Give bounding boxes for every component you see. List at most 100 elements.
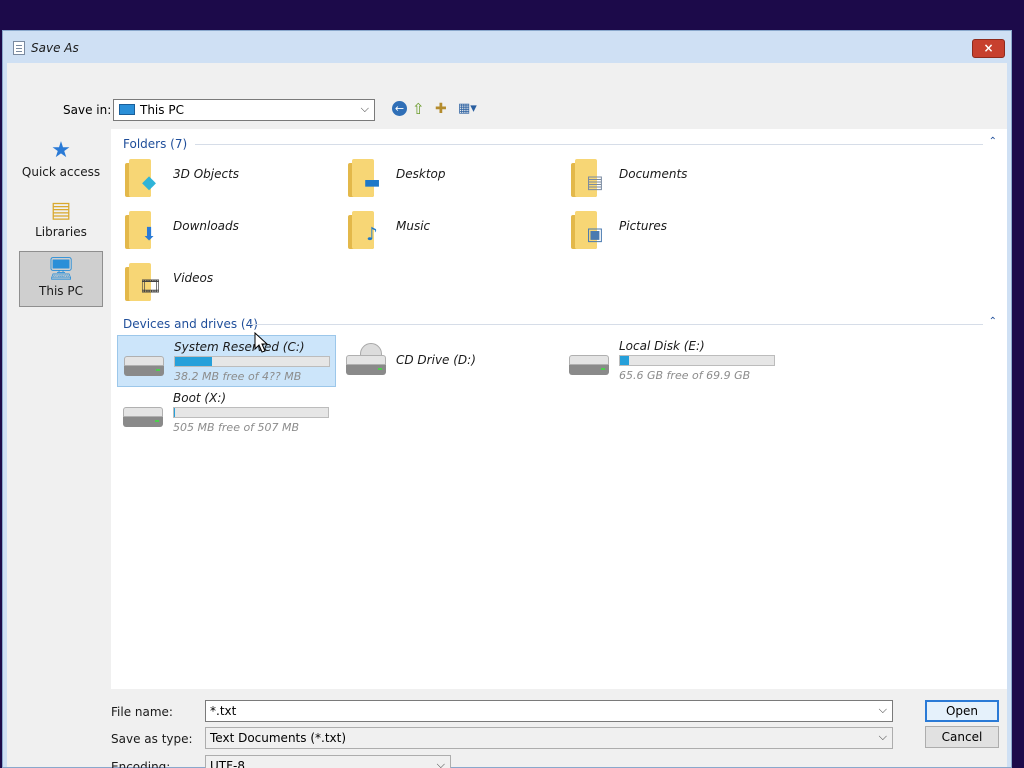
file-name-input[interactable]: *.txt ⌵ (205, 700, 893, 722)
chevron-down-icon: ⌵ (360, 102, 369, 115)
drive-usage-bar (173, 407, 329, 418)
videos-icon: 🎞 (139, 276, 162, 297)
file-name-value: *.txt (210, 704, 237, 718)
group-divider (195, 144, 983, 145)
save-in-dropdown[interactable]: This PC ⌵ (113, 99, 375, 121)
music-icon: ♪ (366, 224, 378, 245)
save-in-value: This PC (140, 103, 184, 117)
drives-group-header[interactable]: Devices and drives (4) (123, 317, 258, 331)
folder-icon: ▤ (571, 157, 607, 197)
view-menu-button[interactable]: ▦▾ (458, 100, 484, 118)
folder-documents[interactable]: ▤ Documents (563, 153, 773, 201)
folder-desktop[interactable]: ▬ Desktop (340, 153, 550, 201)
folder-downloads[interactable]: ⬇ Downloads (117, 205, 327, 253)
cancel-button[interactable]: Cancel (925, 726, 999, 748)
folder-name: Documents (619, 167, 688, 181)
libraries-icon: ▤ (50, 198, 72, 223)
folder-icon: ◆ (125, 157, 161, 197)
save-as-dialog: Save As × Save in: This PC ⌵ ← ⇧ ✚ ▦▾ ★ … (2, 30, 1012, 768)
folder-name: Desktop (396, 167, 446, 181)
hard-drive-icon (123, 407, 163, 429)
folder-icon: ▣ (571, 209, 607, 249)
drive-cd[interactable]: CD Drive (D:) (340, 335, 559, 387)
computer-icon (119, 104, 135, 115)
collapse-icon[interactable]: ⌃ (989, 316, 997, 327)
folder-pictures[interactable]: ▣ Pictures (563, 205, 773, 253)
drive-name: Local Disk (E:) (619, 339, 705, 353)
group-divider (249, 324, 983, 325)
drive-usage-bar (619, 355, 775, 366)
back-arrow-icon: ← (392, 101, 407, 116)
drive-name: Boot (X:) (173, 391, 227, 405)
encoding-label: Encoding: (111, 760, 171, 768)
drive-local-disk[interactable]: Local Disk (E:) 65.6 GB free of 69.9 GB (563, 335, 782, 387)
drive-boot[interactable]: Boot (X:) 505 MB free of 507 MB (117, 387, 336, 439)
hard-drive-icon (124, 356, 164, 378)
drive-free-space: 65.6 GB free of 69.9 GB (619, 369, 751, 382)
chevron-down-icon: ⌵ (436, 758, 445, 768)
folder-name: Downloads (173, 219, 239, 233)
cd-drive-icon (346, 343, 386, 377)
folder-name: Pictures (619, 219, 668, 233)
place-libraries[interactable]: ▤ Libraries (19, 193, 103, 249)
documents-icon: ▤ (586, 172, 604, 193)
drive-usage-fill (620, 356, 630, 365)
up-folder-button[interactable]: ⇧ (412, 100, 430, 118)
drive-free-space: 38.2 MB free of 4?? MB (174, 370, 302, 383)
drive-name: System Reserved (C:) (174, 340, 305, 354)
computer-icon: 🖥 (47, 257, 75, 282)
up-folder-icon: ⇧ (412, 100, 425, 118)
drive-system-reserved[interactable]: System Reserved (C:) 38.2 MB free of 4??… (117, 335, 336, 387)
folder-name: Videos (173, 271, 214, 285)
save-in-label: Save in: (63, 103, 112, 117)
chevron-down-icon[interactable]: ⌵ (879, 703, 887, 717)
file-name-label: File name: (111, 705, 173, 719)
save-as-type-label: Save as type: (111, 732, 193, 746)
new-folder-icon: ✚ (435, 101, 447, 117)
folder-name: Music (396, 219, 431, 233)
drive-usage-bar (174, 356, 330, 367)
star-icon: ★ (51, 138, 71, 163)
folder-icon: ⬇ (125, 209, 161, 249)
collapse-icon[interactable]: ⌃ (989, 136, 997, 147)
encoding-dropdown[interactable]: UTF-8 ⌵ (205, 755, 451, 768)
places-bar: ★ Quick access ▤ Libraries 🖥 This PC (19, 129, 107, 689)
drive-usage-fill (175, 357, 212, 366)
folder-icon: ♪ (348, 209, 384, 249)
dialog-client: Save in: This PC ⌵ ← ⇧ ✚ ▦▾ ★ Quick acce… (7, 63, 1007, 768)
folder-music[interactable]: ♪ Music (340, 205, 550, 253)
desktop-icon: ▬ (363, 172, 381, 193)
folder-videos[interactable]: 🎞 Videos (117, 257, 327, 305)
folder-icon: ▬ (348, 157, 384, 197)
chevron-down-icon: ⌵ (878, 730, 887, 743)
folder-3d-objects[interactable]: ◆ 3D Objects (117, 153, 327, 201)
new-folder-button[interactable]: ✚ (435, 100, 453, 118)
dialog-title: Save As (31, 41, 79, 55)
pictures-icon: ▣ (586, 224, 604, 245)
encoding-value: UTF-8 (210, 759, 245, 768)
folders-group-header[interactable]: Folders (7) (123, 137, 187, 151)
downloads-icon: ⬇ (141, 224, 157, 245)
close-icon: × (983, 41, 994, 55)
close-button[interactable]: × (972, 39, 1005, 58)
view-menu-icon: ▦▾ (458, 101, 477, 116)
place-label: Libraries (35, 225, 87, 239)
place-label: This PC (39, 284, 83, 298)
folder-icon: 🎞 (125, 261, 162, 301)
save-as-type-dropdown[interactable]: Text Documents (*.txt) ⌵ (205, 727, 893, 749)
place-this-pc[interactable]: 🖥 This PC (19, 251, 103, 307)
mouse-cursor-icon (254, 332, 268, 353)
open-button[interactable]: Open (925, 700, 999, 722)
back-button[interactable]: ← (391, 100, 409, 118)
notepad-icon (13, 41, 25, 55)
place-label: Quick access (21, 165, 101, 179)
hard-drive-icon (569, 355, 609, 377)
drive-usage-fill (174, 408, 175, 417)
title-bar[interactable]: Save As × (3, 31, 1011, 63)
folder-name: 3D Objects (173, 167, 240, 181)
save-as-type-value: Text Documents (*.txt) (210, 731, 347, 745)
drive-name: CD Drive (D:) (396, 353, 476, 367)
file-view[interactable]: Folders (7) ⌃ ◆ 3D Objects ▬ Desktop ▤ D… (111, 129, 1007, 689)
drive-free-space: 505 MB free of 507 MB (173, 421, 300, 434)
place-quick-access[interactable]: ★ Quick access (19, 133, 103, 189)
